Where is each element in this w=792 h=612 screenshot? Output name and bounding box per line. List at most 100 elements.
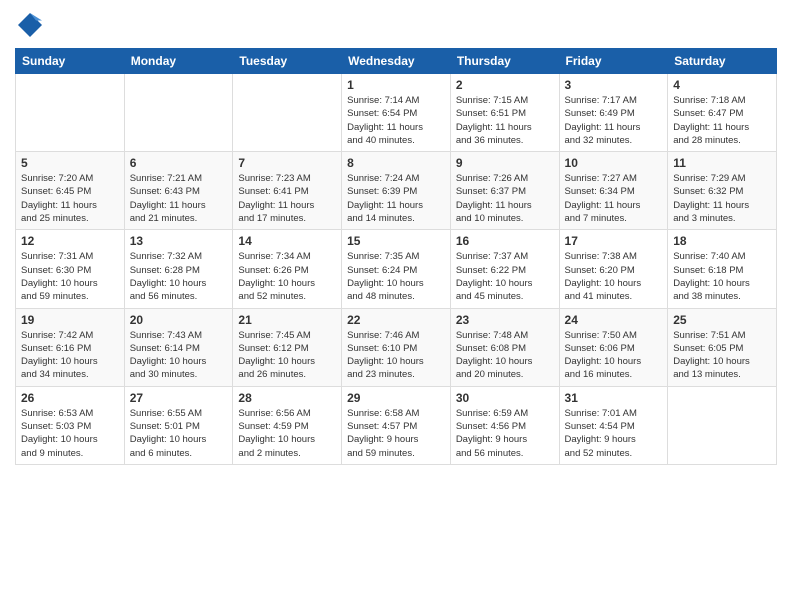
day-info: Sunrise: 6:55 AM Sunset: 5:01 PM Dayligh… bbox=[130, 407, 228, 460]
day-number: 14 bbox=[238, 234, 336, 248]
page: SundayMondayTuesdayWednesdayThursdayFrid… bbox=[0, 0, 792, 612]
header bbox=[15, 10, 777, 40]
day-info: Sunrise: 7:24 AM Sunset: 6:39 PM Dayligh… bbox=[347, 172, 445, 225]
day-number: 27 bbox=[130, 391, 228, 405]
day-info: Sunrise: 7:01 AM Sunset: 4:54 PM Dayligh… bbox=[565, 407, 663, 460]
day-info: Sunrise: 7:43 AM Sunset: 6:14 PM Dayligh… bbox=[130, 329, 228, 382]
calendar-day-2: 2Sunrise: 7:15 AM Sunset: 6:51 PM Daylig… bbox=[450, 74, 559, 152]
day-number: 22 bbox=[347, 313, 445, 327]
day-number: 12 bbox=[21, 234, 119, 248]
day-info: Sunrise: 7:21 AM Sunset: 6:43 PM Dayligh… bbox=[130, 172, 228, 225]
day-number: 18 bbox=[673, 234, 771, 248]
day-number: 17 bbox=[565, 234, 663, 248]
day-number: 7 bbox=[238, 156, 336, 170]
calendar-day-30: 30 Sunrise: 6:59 AM Sunset: 4:56 PM Dayli… bbox=[450, 386, 559, 464]
calendar-day-23: 23 Sunrise: 7:48 AM Sunset: 6:08 PM Dayli… bbox=[450, 308, 559, 386]
calendar-day-28: 28 Sunrise: 6:56 AM Sunset: 4:59 PM Dayli… bbox=[233, 386, 342, 464]
day-info: Sunrise: 7:20 AM Sunset: 6:45 PM Dayligh… bbox=[21, 172, 119, 225]
day-number: 6 bbox=[130, 156, 228, 170]
day-info: Sunrise: 7:31 AM Sunset: 6:30 PM Dayligh… bbox=[21, 250, 119, 303]
day-number: 5 bbox=[21, 156, 119, 170]
day-number: 13 bbox=[130, 234, 228, 248]
weekday-header-friday: Friday bbox=[559, 49, 668, 74]
day-info: Sunrise: 7:15 AM Sunset: 6:51 PM Dayligh… bbox=[456, 94, 554, 147]
calendar-day-14: 14Sunrise: 7:34 AM Sunset: 6:26 PM Dayli… bbox=[233, 230, 342, 308]
day-info: Sunrise: 6:59 AM Sunset: 4:56 PM Dayligh… bbox=[456, 407, 554, 460]
day-info: Sunrise: 7:14 AM Sunset: 6:54 PM Dayligh… bbox=[347, 94, 445, 147]
day-info: Sunrise: 7:18 AM Sunset: 6:47 PM Dayligh… bbox=[673, 94, 771, 147]
day-info: Sunrise: 7:17 AM Sunset: 6:49 PM Dayligh… bbox=[565, 94, 663, 147]
calendar-day-31: 31 Sunrise: 7:01 AM Sunset: 4:54 PM Dayli… bbox=[559, 386, 668, 464]
day-number: 20 bbox=[130, 313, 228, 327]
day-info: Sunrise: 6:56 AM Sunset: 4:59 PM Dayligh… bbox=[238, 407, 336, 460]
day-number: 8 bbox=[347, 156, 445, 170]
calendar-week-4: 19 Sunrise: 7:42 AM Sunset: 6:16 PM Dayli… bbox=[16, 308, 777, 386]
calendar-day-11: 11Sunrise: 7:29 AM Sunset: 6:32 PM Dayli… bbox=[668, 152, 777, 230]
calendar-day-7: 7 Sunrise: 7:23 AM Sunset: 6:41 PM Daylig… bbox=[233, 152, 342, 230]
calendar-day-20: 20 Sunrise: 7:43 AM Sunset: 6:14 PM Dayli… bbox=[124, 308, 233, 386]
calendar-day-13: 13Sunrise: 7:32 AM Sunset: 6:28 PM Dayli… bbox=[124, 230, 233, 308]
day-number: 3 bbox=[565, 78, 663, 92]
day-number: 21 bbox=[238, 313, 336, 327]
day-info: Sunrise: 7:26 AM Sunset: 6:37 PM Dayligh… bbox=[456, 172, 554, 225]
calendar-day-15: 15Sunrise: 7:35 AM Sunset: 6:24 PM Dayli… bbox=[342, 230, 451, 308]
day-info: Sunrise: 7:42 AM Sunset: 6:16 PM Dayligh… bbox=[21, 329, 119, 382]
calendar-day-26: 26 Sunrise: 6:53 AM Sunset: 5:03 PM Dayli… bbox=[16, 386, 125, 464]
day-info: Sunrise: 6:53 AM Sunset: 5:03 PM Dayligh… bbox=[21, 407, 119, 460]
day-number: 24 bbox=[565, 313, 663, 327]
day-number: 26 bbox=[21, 391, 119, 405]
weekday-header-saturday: Saturday bbox=[668, 49, 777, 74]
empty-cell bbox=[668, 386, 777, 464]
calendar-day-22: 22 Sunrise: 7:46 AM Sunset: 6:10 PM Dayli… bbox=[342, 308, 451, 386]
calendar-day-21: 21 Sunrise: 7:45 AM Sunset: 6:12 PM Dayli… bbox=[233, 308, 342, 386]
day-number: 15 bbox=[347, 234, 445, 248]
calendar-day-9: 9 Sunrise: 7:26 AM Sunset: 6:37 PM Daylig… bbox=[450, 152, 559, 230]
day-info: Sunrise: 7:50 AM Sunset: 6:06 PM Dayligh… bbox=[565, 329, 663, 382]
weekday-header-tuesday: Tuesday bbox=[233, 49, 342, 74]
day-info: Sunrise: 7:38 AM Sunset: 6:20 PM Dayligh… bbox=[565, 250, 663, 303]
calendar-day-24: 24 Sunrise: 7:50 AM Sunset: 6:06 PM Dayli… bbox=[559, 308, 668, 386]
day-number: 9 bbox=[456, 156, 554, 170]
calendar-day-19: 19 Sunrise: 7:42 AM Sunset: 6:16 PM Dayli… bbox=[16, 308, 125, 386]
day-info: Sunrise: 7:40 AM Sunset: 6:18 PM Dayligh… bbox=[673, 250, 771, 303]
calendar-week-3: 12 Sunrise: 7:31 AM Sunset: 6:30 PM Dayli… bbox=[16, 230, 777, 308]
calendar-day-4: 4 Sunrise: 7:18 AM Sunset: 6:47 PM Daylig… bbox=[668, 74, 777, 152]
day-number: 25 bbox=[673, 313, 771, 327]
calendar-week-2: 5 Sunrise: 7:20 AM Sunset: 6:45 PM Daylig… bbox=[16, 152, 777, 230]
calendar-day-5: 5 Sunrise: 7:20 AM Sunset: 6:45 PM Daylig… bbox=[16, 152, 125, 230]
calendar-day-27: 27 Sunrise: 6:55 AM Sunset: 5:01 PM Dayli… bbox=[124, 386, 233, 464]
day-info: Sunrise: 6:58 AM Sunset: 4:57 PM Dayligh… bbox=[347, 407, 445, 460]
calendar-day-29: 29 Sunrise: 6:58 AM Sunset: 4:57 PM Dayli… bbox=[342, 386, 451, 464]
calendar-day-8: 8 Sunrise: 7:24 AM Sunset: 6:39 PM Daylig… bbox=[342, 152, 451, 230]
day-number: 4 bbox=[673, 78, 771, 92]
day-info: Sunrise: 7:27 AM Sunset: 6:34 PM Dayligh… bbox=[565, 172, 663, 225]
day-number: 31 bbox=[565, 391, 663, 405]
day-info: Sunrise: 7:29 AM Sunset: 6:32 PM Dayligh… bbox=[673, 172, 771, 225]
empty-cell bbox=[233, 74, 342, 152]
day-number: 29 bbox=[347, 391, 445, 405]
day-number: 28 bbox=[238, 391, 336, 405]
day-number: 1 bbox=[347, 78, 445, 92]
day-info: Sunrise: 7:46 AM Sunset: 6:10 PM Dayligh… bbox=[347, 329, 445, 382]
day-number: 23 bbox=[456, 313, 554, 327]
calendar-day-3: 3 Sunrise: 7:17 AM Sunset: 6:49 PM Daylig… bbox=[559, 74, 668, 152]
weekday-header-thursday: Thursday bbox=[450, 49, 559, 74]
day-info: Sunrise: 7:48 AM Sunset: 6:08 PM Dayligh… bbox=[456, 329, 554, 382]
calendar-week-5: 26 Sunrise: 6:53 AM Sunset: 5:03 PM Dayli… bbox=[16, 386, 777, 464]
calendar-day-25: 25 Sunrise: 7:51 AM Sunset: 6:05 PM Dayli… bbox=[668, 308, 777, 386]
day-number: 19 bbox=[21, 313, 119, 327]
weekday-header-monday: Monday bbox=[124, 49, 233, 74]
empty-cell bbox=[16, 74, 125, 152]
weekday-header-row: SundayMondayTuesdayWednesdayThursdayFrid… bbox=[16, 49, 777, 74]
day-info: Sunrise: 7:51 AM Sunset: 6:05 PM Dayligh… bbox=[673, 329, 771, 382]
day-info: Sunrise: 7:45 AM Sunset: 6:12 PM Dayligh… bbox=[238, 329, 336, 382]
logo-icon bbox=[15, 10, 45, 40]
day-info: Sunrise: 7:23 AM Sunset: 6:41 PM Dayligh… bbox=[238, 172, 336, 225]
calendar-table: SundayMondayTuesdayWednesdayThursdayFrid… bbox=[15, 48, 777, 465]
empty-cell bbox=[124, 74, 233, 152]
day-number: 16 bbox=[456, 234, 554, 248]
logo bbox=[15, 10, 48, 40]
day-number: 30 bbox=[456, 391, 554, 405]
calendar-day-1: 1 Sunrise: 7:14 AM Sunset: 6:54 PM Daylig… bbox=[342, 74, 451, 152]
calendar-day-18: 18 Sunrise: 7:40 AM Sunset: 6:18 PM Dayli… bbox=[668, 230, 777, 308]
